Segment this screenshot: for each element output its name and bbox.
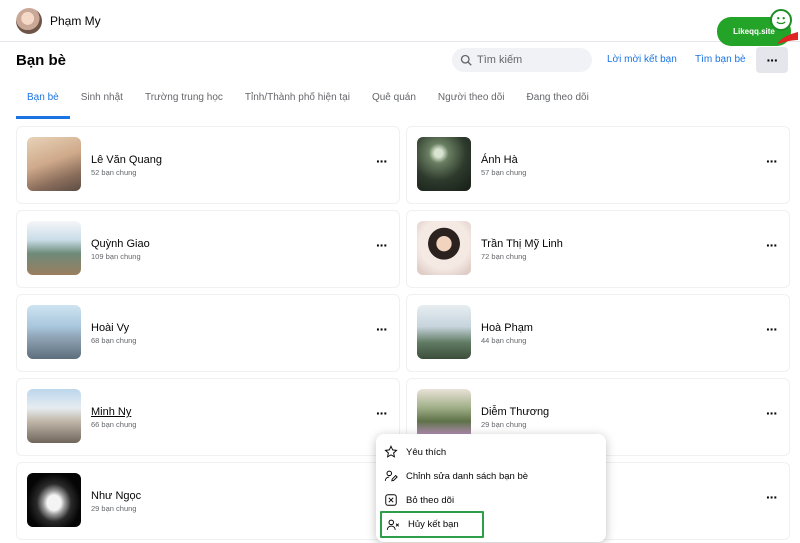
avatar[interactable] (16, 8, 42, 34)
friend-options-menu: Yêu thích Chỉnh sửa danh sách bạn bè Bỏ … (376, 434, 606, 542)
friend-card[interactable]: Minh Ny 66 bạn chung ··· (16, 378, 400, 456)
menu-item-unfriend[interactable]: Hủy kết bạn (380, 511, 484, 538)
mutual-friends-count: 52 bạn chung (91, 168, 137, 177)
menu-item-unfollow[interactable]: Bỏ theo dõi (384, 489, 598, 511)
friend-photo[interactable] (27, 137, 81, 191)
mutual-friends-count: 68 bạn chung (91, 336, 137, 345)
smiley-icon (770, 9, 792, 31)
friend-name[interactable]: Ánh Hà (481, 154, 518, 166)
search-input[interactable] (477, 54, 587, 66)
friend-options-button[interactable]: ··· (376, 405, 388, 421)
friend-name[interactable]: Diễm Thương (481, 406, 549, 418)
tab-current-city[interactable]: Tỉnh/Thành phố hiện tại (234, 82, 361, 118)
friend-options-button[interactable]: ··· (766, 153, 778, 169)
menu-item-edit-friend-list[interactable]: Chỉnh sửa danh sách bạn bè (384, 465, 598, 487)
friend-options-button[interactable]: ··· (376, 237, 388, 253)
friend-name[interactable]: Hoài Vy (91, 322, 129, 334)
tab-following[interactable]: Đang theo dõi (516, 82, 600, 118)
menu-item-label: Hủy kết bạn (408, 519, 459, 530)
friend-options-button[interactable]: ··· (766, 489, 778, 505)
friend-options-button[interactable]: ··· (766, 405, 778, 421)
friend-name[interactable]: Lê Văn Quang (91, 154, 162, 166)
menu-item-label: Chỉnh sửa danh sách bạn bè (406, 470, 529, 482)
friend-options-button[interactable]: ··· (376, 153, 388, 169)
friend-name[interactable]: Quỳnh Giao (91, 238, 150, 250)
mutual-friends-count: 29 bạn chung (91, 504, 137, 513)
friend-card[interactable]: Như Ngọc 29 bạn chung ··· (16, 462, 400, 540)
tab-hometown[interactable]: Quê quán (361, 82, 427, 118)
friend-options-button[interactable]: ··· (376, 321, 388, 337)
friend-requests-link[interactable]: Lời mời kết bạn (607, 54, 677, 65)
menu-item-label: Bỏ theo dõi (406, 494, 455, 506)
friend-photo[interactable] (27, 389, 81, 443)
menu-item-label: Yêu thích (406, 446, 447, 458)
friend-photo[interactable] (417, 137, 471, 191)
edit-list-icon (384, 470, 398, 482)
menu-item-favorite[interactable]: Yêu thích (384, 441, 598, 463)
page-title: Bạn bè (16, 52, 67, 69)
mutual-friends-count: 57 bạn chung (481, 168, 527, 177)
friend-card[interactable]: Quỳnh Giao 109 bạn chung ··· (16, 210, 400, 288)
search-icon (460, 54, 472, 66)
friend-photo[interactable] (27, 473, 81, 527)
friend-options-button[interactable]: ··· (766, 321, 778, 337)
friend-card[interactable]: Lê Văn Quang 52 bạn chung ··· (16, 126, 400, 204)
friend-options-button[interactable]: ··· (766, 237, 778, 253)
mutual-friends-count: 44 bạn chung (481, 336, 527, 345)
friends-tabs: Bạn bè Sinh nhật Trường trung học Tỉnh/T… (16, 82, 600, 119)
tab-friends[interactable]: Bạn bè (16, 82, 70, 119)
top-bar: Phạm My (0, 0, 800, 42)
unfriend-icon (386, 519, 400, 530)
friend-name[interactable]: Trần Thị Mỹ Linh (481, 238, 563, 250)
friend-card[interactable]: Hoà Phạm 44 bạn chung ··· (406, 294, 790, 372)
watermark-text: Likeqq.site (733, 27, 775, 36)
friend-name[interactable]: Như Ngọc (91, 490, 141, 502)
friend-name[interactable]: Minh Ny (91, 406, 131, 418)
search-box[interactable] (452, 48, 592, 72)
unfollow-icon (385, 494, 397, 506)
mutual-friends-count: 29 bạn chung (481, 420, 527, 429)
mutual-friends-count: 72 bạn chung (481, 252, 527, 261)
profile-name[interactable]: Phạm My (50, 14, 101, 28)
red-ribbon-icon (777, 32, 798, 44)
find-friends-link[interactable]: Tìm bạn bè (695, 54, 746, 65)
mutual-friends-count: 66 bạn chung (91, 420, 137, 429)
friend-card[interactable]: Hoài Vy 68 bạn chung ··· (16, 294, 400, 372)
star-icon (384, 445, 398, 458)
friend-card[interactable]: Ánh Hà 57 bạn chung ··· (406, 126, 790, 204)
more-options-button[interactable]: ··· (756, 47, 788, 73)
tab-birthdays[interactable]: Sinh nhật (70, 82, 134, 118)
friend-name[interactable]: Hoà Phạm (481, 322, 533, 334)
friend-photo[interactable] (417, 221, 471, 275)
friend-photo[interactable] (417, 305, 471, 359)
friend-card[interactable]: Trần Thị Mỹ Linh 72 bạn chung ··· (406, 210, 790, 288)
friend-photo[interactable] (27, 305, 81, 359)
tab-followers[interactable]: Người theo dõi (427, 82, 516, 118)
tab-high-school[interactable]: Trường trung học (134, 82, 234, 118)
friend-photo[interactable] (27, 221, 81, 275)
mutual-friends-count: 109 bạn chung (91, 252, 141, 261)
